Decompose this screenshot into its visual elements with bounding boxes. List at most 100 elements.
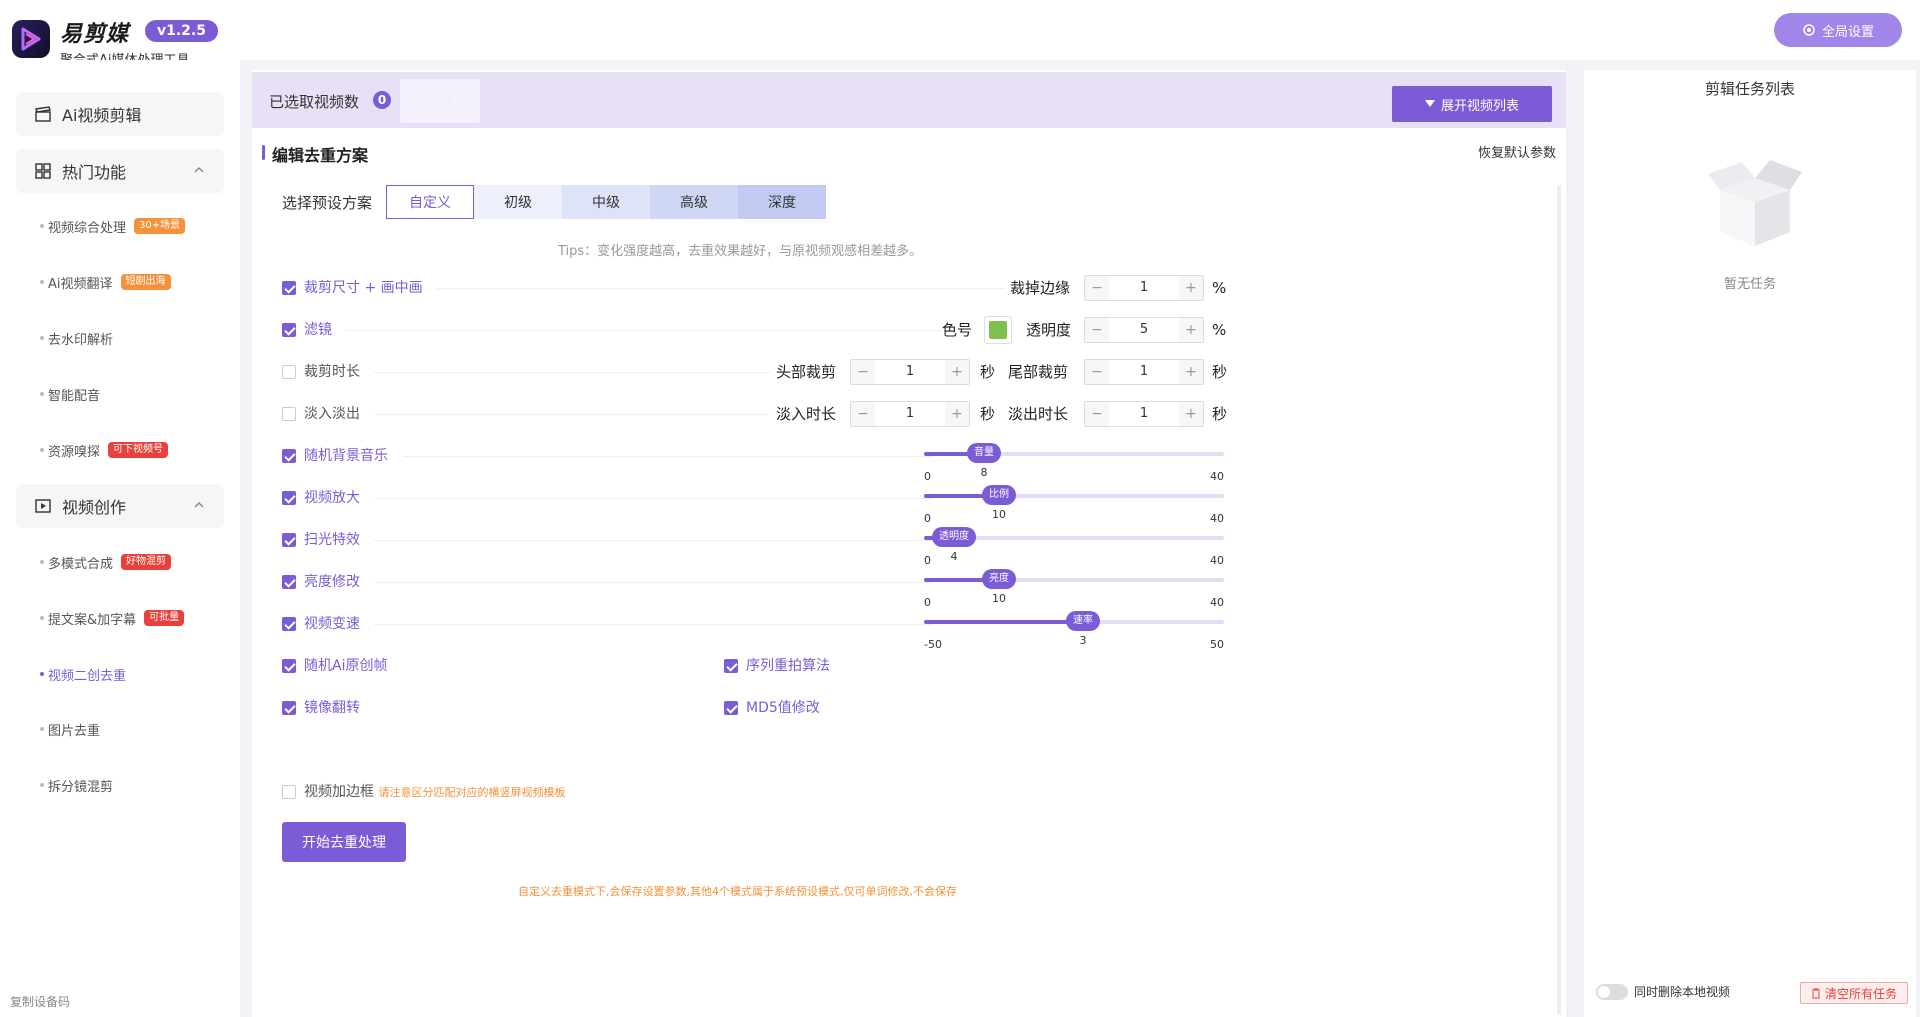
option-label: 滤镜 (304, 322, 332, 338)
checkbox-sweep[interactable] (282, 533, 296, 547)
filter-color-picker[interactable] (984, 316, 1012, 344)
sidebar-group-label: Ai视频剪辑 (62, 106, 142, 125)
stepper-value[interactable]: 1 (875, 360, 945, 384)
sidebar-item-ai-translate[interactable]: Ai视频翻译 短剧出海 (40, 270, 171, 294)
checkbox-ai-frame[interactable] (282, 659, 296, 673)
sidebar-item-watermark[interactable]: 去水印解析 (40, 326, 113, 350)
slider-handle[interactable]: 透明度 (932, 527, 976, 547)
sidebar-group-create[interactable]: 视频创作 (16, 484, 224, 528)
head-cut-stepper[interactable]: − 1 + (850, 359, 970, 385)
preset-tab-medium[interactable]: 中级 (562, 185, 650, 219)
option-label: 淡入淡出 (304, 406, 360, 422)
delete-local-toggle[interactable] (1596, 984, 1628, 1000)
slider-handle[interactable]: 音量 (967, 443, 1001, 463)
decrement-button[interactable]: − (1085, 402, 1109, 426)
checkbox-crop-size[interactable] (282, 281, 296, 295)
checkbox-fade[interactable] (282, 407, 296, 421)
increment-button[interactable]: + (1179, 360, 1203, 384)
slider-min: 0 (924, 554, 931, 567)
increment-button[interactable]: + (1179, 318, 1203, 342)
sidebar-item-subtitles[interactable]: 提文案&加字幕 可批量 (40, 606, 185, 630)
main-panel: 已选取视频数 0 · · · 展开视频列表 编辑去重方案 恢复默认参数 选择预设… (252, 70, 1566, 1017)
unit-seconds: 秒 (1212, 405, 1228, 423)
checkbox-seq-shoot[interactable] (724, 659, 738, 673)
checkbox-mirror[interactable] (282, 701, 296, 715)
decrement-button[interactable]: − (851, 402, 875, 426)
preset-tab-advanced[interactable]: 高级 (650, 185, 738, 219)
slider-scale[interactable]: 比例 10 0 40 (924, 484, 1224, 525)
increment-button[interactable]: + (945, 402, 969, 426)
sidebar-group-ai-edit[interactable]: Ai视频剪辑 (16, 92, 224, 136)
stepper-value[interactable]: 1 (875, 402, 945, 426)
more-menu-button[interactable]: · · · (400, 79, 480, 123)
checkbox-frame-border[interactable] (282, 785, 296, 799)
clear-all-tasks-button[interactable]: 清空所有任务 (1800, 982, 1908, 1004)
scrollbar[interactable] (1557, 185, 1561, 1015)
increment-button[interactable]: + (945, 360, 969, 384)
footer-note: 自定义去重模式下,会保存设置参数,其他4个模式属于系统预设模式,仅可单词修改,不… (518, 885, 957, 898)
global-settings-label: 全局设置 (1821, 24, 1874, 40)
sidebar-item-image-dedup[interactable]: 图片去重 (40, 717, 101, 741)
sidebar-item-dubbing[interactable]: 智能配音 (40, 382, 100, 406)
option-row-md5: MD5值修改 (724, 698, 1144, 718)
decrement-button[interactable]: − (1085, 276, 1109, 300)
option-row-seq-shoot: 序列重拍算法 (724, 656, 1144, 676)
restore-defaults-link[interactable]: 恢复默认参数 (1478, 142, 1556, 161)
global-settings-button[interactable]: 全局设置 (1774, 13, 1902, 47)
preset-tabs: 自定义 初级 中级 高级 深度 (386, 185, 826, 219)
checkbox-zoom[interactable] (282, 491, 296, 505)
checkbox-md5[interactable] (724, 701, 738, 715)
checkbox-filter[interactable] (282, 323, 296, 337)
opacity-stepper[interactable]: − 5 + (1084, 317, 1204, 343)
sidebar-item-label: 图片去重 (48, 723, 101, 739)
sidebar-item-dedup[interactable]: 视频二创去重 (40, 662, 126, 686)
slider-brightness[interactable]: 亮度 10 0 40 (924, 568, 1224, 609)
slider-speed[interactable]: 速率 3 -50 50 (924, 610, 1224, 651)
checkbox-crop-duration[interactable] (282, 365, 296, 379)
stepper-value[interactable]: 1 (1109, 276, 1179, 300)
delete-local-label: 同时删除本地视频 (1634, 985, 1731, 999)
decrement-button[interactable]: − (851, 360, 875, 384)
tail-cut-stepper[interactable]: − 1 + (1084, 359, 1204, 385)
slider-handle[interactable]: 速率 (1066, 611, 1100, 631)
tag-badge: 可下视频号 (108, 442, 169, 458)
checkbox-brightness[interactable] (282, 575, 296, 589)
decrement-button[interactable]: − (1085, 318, 1109, 342)
slider-volume[interactable]: 音量 8 0 40 (924, 442, 1224, 483)
start-dedup-button[interactable]: 开始去重处理 (282, 822, 406, 862)
preset-tab-deep[interactable]: 深度 (738, 185, 826, 219)
decrement-button[interactable]: − (1085, 360, 1109, 384)
increment-button[interactable]: + (1179, 276, 1203, 300)
expand-video-list-button[interactable]: 展开视频列表 (1392, 86, 1552, 122)
slider-value: 4 (950, 550, 958, 563)
option-row-fade: 淡入淡出 淡入时长 − 1 + 秒 淡出时长 − 1 + 秒 (282, 401, 1227, 427)
slider-handle[interactable]: 亮度 (982, 569, 1016, 589)
stepper-value[interactable]: 5 (1109, 318, 1179, 342)
crop-edge-stepper[interactable]: − 1 + (1084, 275, 1204, 301)
preset-tab-basic[interactable]: 初级 (474, 185, 562, 219)
fade-out-stepper[interactable]: − 1 + (1084, 401, 1204, 427)
fade-in-stepper[interactable]: − 1 + (850, 401, 970, 427)
increment-button[interactable]: + (1179, 402, 1203, 426)
slider-handle[interactable]: 比例 (982, 485, 1016, 505)
preset-tab-custom[interactable]: 自定义 (386, 185, 474, 219)
sidebar-item-label: 视频综合处理 (48, 220, 127, 236)
sidebar-group-label: 视频创作 (62, 498, 127, 517)
copy-device-code-link[interactable]: 复制设备码 (10, 993, 70, 1010)
checkbox-speed[interactable] (282, 617, 296, 631)
sidebar-item-sniff[interactable]: 资源嗅探 可下视频号 (40, 438, 169, 462)
option-label: 随机Ai原创帧 (304, 658, 388, 674)
chevron-up-icon (194, 502, 204, 508)
sidebar-item-multi-mode[interactable]: 多模式合成 好物混剪 (40, 550, 172, 574)
checkbox-bg-music[interactable] (282, 449, 296, 463)
sidebar-item-video-process[interactable]: 视频综合处理 30+场景 (40, 214, 186, 238)
slider-min: 0 (924, 596, 931, 609)
grid-icon (35, 163, 51, 179)
stepper-value[interactable]: 1 (1109, 360, 1179, 384)
stepper-value[interactable]: 1 (1109, 402, 1179, 426)
sidebar-item-label: 拆分镜混剪 (48, 779, 114, 795)
sidebar-group-hot[interactable]: 热门功能 (16, 149, 224, 193)
sidebar-item-split-mix[interactable]: 拆分镜混剪 (40, 773, 114, 797)
expand-video-list-label: 展开视频列表 (1440, 98, 1519, 114)
slider-opacity[interactable]: 透明度 4 0 40 (924, 526, 1224, 567)
